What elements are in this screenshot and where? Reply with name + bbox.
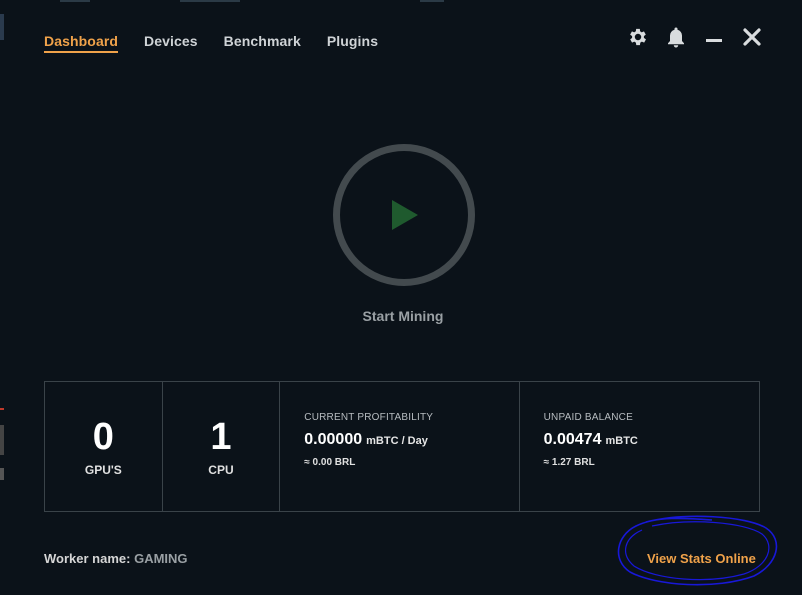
minimize-icon	[706, 39, 722, 42]
gpu-label: GPU'S	[84, 462, 122, 477]
edge-artifact	[0, 408, 4, 410]
profitability-value: 0.00000	[304, 431, 363, 448]
notifications-button[interactable]	[664, 25, 688, 49]
profitability-unit: mBTC / Day	[366, 435, 428, 447]
tab-benchmark[interactable]: Benchmark	[224, 33, 301, 53]
annotation-circle	[617, 515, 778, 586]
stats-panel: 0 GPU'S 1 CPU CURRENT PROFITABILITY 0.00…	[44, 381, 760, 512]
cpu-count-cell: 1 CPU	[163, 382, 281, 511]
view-stats-online-link[interactable]: View Stats Online	[647, 551, 756, 566]
start-mining-button[interactable]	[333, 144, 475, 286]
tab-plugins[interactable]: Plugins	[327, 33, 378, 53]
start-mining-label: Start Mining	[362, 308, 444, 324]
cpu-label: CPU	[208, 462, 234, 477]
bell-icon	[668, 27, 684, 48]
settings-button[interactable]	[626, 25, 650, 49]
worker-name-value: GAMING	[134, 551, 188, 566]
balance-value-row: 0.00474 mBTC	[544, 431, 759, 449]
balance-title: UNPAID BALANCE	[543, 412, 633, 423]
edge-artifact	[0, 425, 4, 455]
balance-value: 0.00474	[543, 431, 602, 448]
gpu-count: 0	[92, 415, 114, 458]
gear-icon	[630, 28, 646, 46]
minimize-button[interactable]	[702, 25, 726, 49]
balance-fiat: ≈ 1.27 BRL	[543, 457, 595, 468]
profitability-fiat: ≈ 0.00 BRL	[304, 457, 356, 468]
close-icon	[743, 28, 761, 46]
profitability-value-row: 0.00000 mBTC / Day	[304, 431, 518, 449]
top-artifact	[40, 0, 800, 4]
play-icon	[392, 200, 418, 230]
edge-artifact	[0, 468, 4, 480]
edge-artifact	[0, 14, 4, 40]
worker-name-label: Worker name:	[44, 551, 131, 566]
tab-devices[interactable]: Devices	[144, 33, 198, 53]
tab-dashboard[interactable]: Dashboard	[44, 33, 119, 53]
app-window: Dashboard Devices Benchmark Plugins Star…	[0, 0, 802, 595]
profitability-cell: CURRENT PROFITABILITY 0.00000 mBTC / Day …	[280, 382, 520, 511]
balance-cell: UNPAID BALANCE 0.00474 mBTC ≈ 1.27 BRL	[520, 382, 759, 511]
close-button[interactable]	[740, 25, 764, 49]
profitability-title: CURRENT PROFITABILITY	[304, 412, 434, 423]
main-nav: Dashboard Devices Benchmark Plugins	[44, 33, 378, 53]
worker-name: Worker name: GAMING	[44, 551, 188, 566]
gpu-count-cell: 0 GPU'S	[45, 382, 163, 511]
window-controls	[626, 25, 764, 49]
cpu-count: 1	[210, 415, 232, 458]
balance-unit: mBTC	[605, 435, 638, 447]
